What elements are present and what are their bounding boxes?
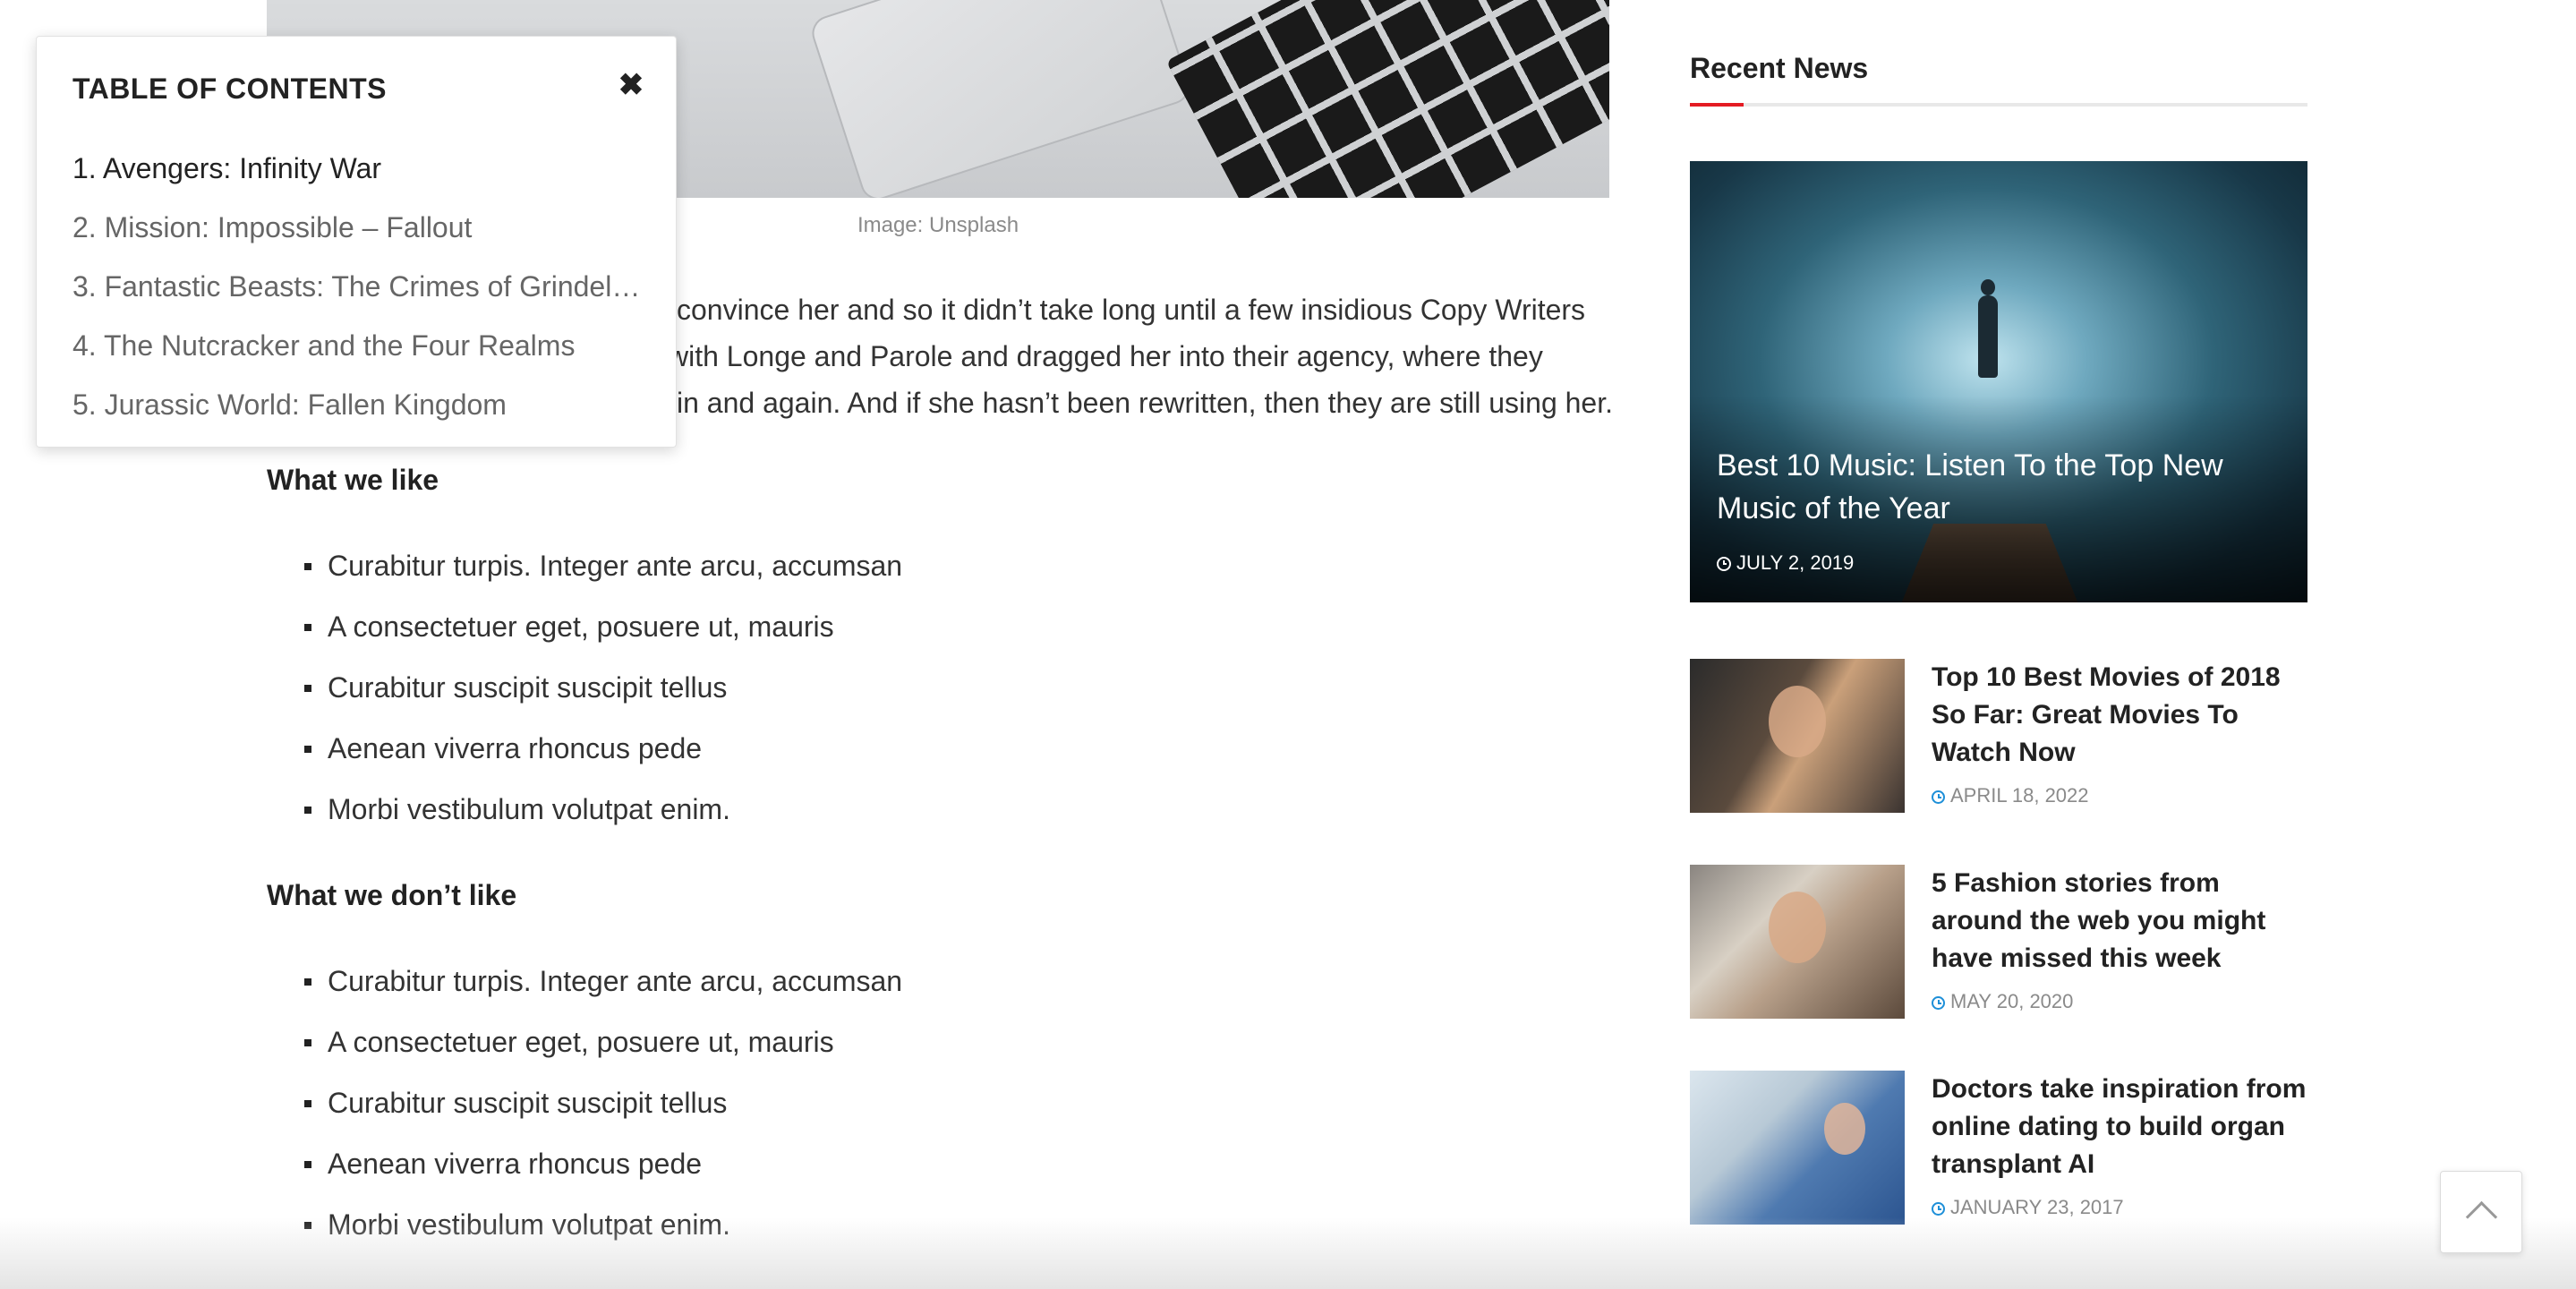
clock-icon <box>1932 790 1945 804</box>
likes-heading: What we like <box>267 464 439 496</box>
keyboard-shape <box>1165 0 1609 198</box>
toc-item[interactable]: 4. The Nutcracker and the Four Realms <box>73 316 645 375</box>
post-date: APRIL 18, 2022 <box>1932 784 2089 807</box>
list-item: Curabitur turpis. Integer ante arcu, acc… <box>303 535 902 596</box>
post-title[interactable]: 5 Fashion stories from around the web yo… <box>1932 865 2307 977</box>
clock-icon <box>1932 996 1945 1010</box>
list-item: A consectetuer eget, posuere ut, mauris <box>303 596 902 657</box>
post-date-text: APRIL 18, 2022 <box>1950 784 2089 807</box>
toc-item[interactable]: 1. Avengers: Infinity War <box>73 139 645 198</box>
clock-icon <box>1717 557 1731 571</box>
post-date: JANUARY 23, 2017 <box>1932 1196 2124 1219</box>
toc-item[interactable]: 5. Jurassic World: Fallen Kingdom <box>73 375 645 434</box>
list-item: Morbi vestibulum volutpat enim. <box>303 779 902 840</box>
list-item: Aenean viverra rhoncus pede <box>303 718 902 779</box>
thumbnail-face <box>1769 686 1826 757</box>
list-item: Curabitur suscipit suscipit tellus <box>303 657 902 718</box>
toc-list: 1. Avengers: Infinity War 2. Mission: Im… <box>73 139 645 434</box>
list-item: Curabitur suscipit suscipit tellus <box>303 1072 902 1133</box>
bottom-fade <box>0 1217 2576 1289</box>
dislikes-heading: What we don’t like <box>267 879 517 911</box>
thumbnail-face <box>1769 892 1826 963</box>
likes-list: Curabitur turpis. Integer ante arcu, acc… <box>303 535 902 840</box>
list-item: Aenean viverra rhoncus pede <box>303 1133 902 1194</box>
clock-icon <box>1932 1202 1945 1216</box>
list-item: Curabitur turpis. Integer ante arcu, acc… <box>303 951 902 1012</box>
featured-post-title[interactable]: Best 10 Music: Listen To the Top New Mus… <box>1717 444 2272 530</box>
toc-title: TABLE OF CONTENTS <box>73 73 387 105</box>
post-date: MAY 20, 2020 <box>1932 990 2073 1013</box>
chevron-up-icon[interactable] <box>2440 1171 2522 1253</box>
news-post: Doctors take inspiration from online dat… <box>1690 1071 2307 1225</box>
close-icon[interactable]: ✖ <box>613 67 649 103</box>
toc-item[interactable]: 2. Mission: Impossible – Fallout <box>73 198 645 257</box>
post-title[interactable]: Top 10 Best Movies of 2018 So Far: Great… <box>1932 659 2307 772</box>
list-item: A consectetuer eget, posuere ut, mauris <box>303 1012 902 1072</box>
widget-divider <box>1690 103 2307 107</box>
post-thumbnail[interactable] <box>1690 659 1905 813</box>
featured-post[interactable]: Best 10 Music: Listen To the Top New Mus… <box>1690 161 2307 602</box>
featured-post-date: JULY 2, 2019 <box>1717 551 1854 575</box>
post-date-text: JANUARY 23, 2017 <box>1950 1196 2124 1218</box>
news-post: Top 10 Best Movies of 2018 So Far: Great… <box>1690 659 2307 813</box>
widget-divider-accent <box>1690 103 1744 107</box>
toc-item[interactable]: 3. Fantastic Beasts: The Crimes of Grind… <box>73 257 645 316</box>
table-of-contents-panel: TABLE OF CONTENTS ✖ 1. Avengers: Infinit… <box>36 36 677 448</box>
thumbnail-face <box>1824 1103 1865 1155</box>
news-post: 5 Fashion stories from around the web yo… <box>1690 865 2307 1019</box>
post-thumbnail[interactable] <box>1690 1071 1905 1225</box>
featured-date-text: JULY 2, 2019 <box>1736 551 1855 574</box>
widget-title: Recent News <box>1690 52 1869 84</box>
featured-image-person <box>1978 279 1998 378</box>
post-title[interactable]: Doctors take inspiration from online dat… <box>1932 1071 2307 1183</box>
post-thumbnail[interactable] <box>1690 865 1905 1019</box>
dislikes-list: Curabitur turpis. Integer ante arcu, acc… <box>303 951 902 1255</box>
trackpad-shape <box>807 0 1194 198</box>
post-date-text: MAY 20, 2020 <box>1950 990 2074 1012</box>
